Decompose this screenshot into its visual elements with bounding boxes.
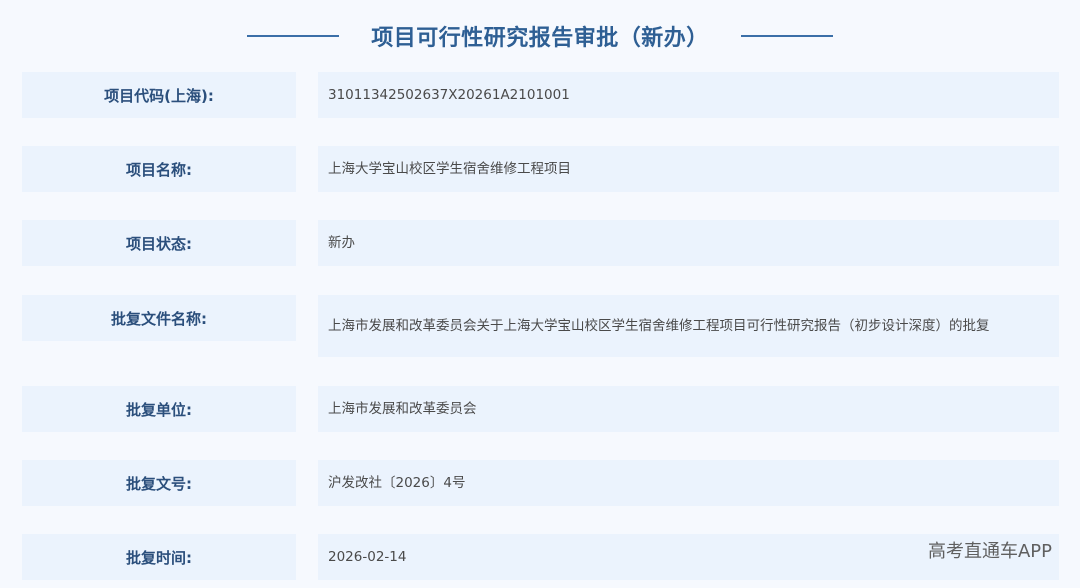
page-title: 项目可行性研究报告审批（新办） bbox=[371, 26, 709, 51]
page-header: 项目可行性研究报告审批（新办） bbox=[0, 14, 1080, 58]
project-code-value: 31011342502637X20261A2101001 bbox=[328, 87, 570, 103]
row-value: 上海市发展和改革委员会 bbox=[318, 386, 1059, 432]
approval-number-value: 沪发改社〔2026〕4号 bbox=[328, 475, 466, 491]
row-value: 沪发改社〔2026〕4号 bbox=[318, 460, 1059, 506]
row-label: 批复单位: bbox=[22, 386, 296, 432]
project-name-value: 上海大学宝山校区学生宿舍维修工程项目 bbox=[328, 161, 571, 177]
row-label: 项目名称: bbox=[22, 146, 296, 192]
row-label: 项目代码(上海): bbox=[22, 72, 296, 118]
row-label: 批复时间: bbox=[22, 534, 296, 580]
row-value: 新办 bbox=[318, 220, 1059, 266]
title-right-divider bbox=[740, 35, 833, 37]
row-label: 批复文号: bbox=[22, 460, 296, 506]
row-label: 批复文件名称: bbox=[22, 295, 296, 341]
row-value: 上海市发展和改革委员会关于上海大学宝山校区学生宿舍维修工程项目可行性研究报告（初… bbox=[318, 295, 1059, 357]
title-left-divider bbox=[247, 35, 340, 37]
row-label: 项目状态: bbox=[22, 220, 296, 266]
approval-unit-value: 上海市发展和改革委员会 bbox=[328, 401, 477, 417]
approval-document-value: 上海市发展和改革委员会关于上海大学宝山校区学生宿舍维修工程项目可行性研究报告（初… bbox=[328, 318, 990, 334]
approval-date-value: 2026-02-14 bbox=[328, 549, 407, 565]
row-value: 31011342502637X20261A2101001 bbox=[318, 72, 1059, 118]
row-value: 上海大学宝山校区学生宿舍维修工程项目 bbox=[318, 146, 1059, 192]
project-status-value: 新办 bbox=[328, 235, 355, 251]
watermark-text: 高考直通车APP bbox=[927, 541, 1052, 562]
